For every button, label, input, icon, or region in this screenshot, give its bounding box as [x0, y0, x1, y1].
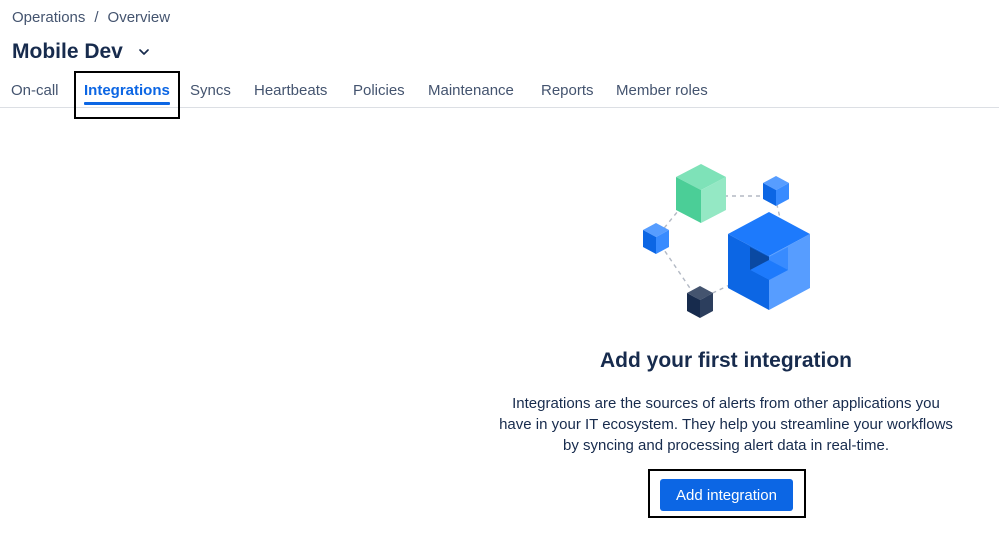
tab-label: Member roles [616, 82, 708, 99]
breadcrumb-separator: / [94, 9, 99, 26]
description-line: by syncing and processing alert data in … [562, 437, 889, 454]
tab-label: Integrations [84, 82, 170, 99]
tab-label: On-call [11, 82, 59, 99]
tab-on-call[interactable]: On-call [11, 74, 59, 107]
page-title: Mobile Dev [12, 40, 123, 63]
description-line: Integrations are the sources of alerts f… [512, 395, 940, 412]
breadcrumb-item-operations[interactable]: Operations [12, 9, 85, 26]
green-cube-icon [676, 164, 726, 223]
tab-heartbeats[interactable]: Heartbeats [254, 74, 327, 107]
tab-integrations[interactable]: Integrations [84, 74, 170, 107]
large-blue-cube-icon [728, 212, 810, 310]
small-blue-cube-icon [763, 176, 789, 206]
tab-label: Policies [353, 82, 405, 99]
integrations-cubes-illustration [643, 164, 810, 318]
breadcrumb-item-overview[interactable]: Overview [108, 9, 171, 26]
page-header: Mobile Dev [12, 40, 155, 64]
description-line: have in your IT ecosystem. They help you… [499, 416, 953, 433]
tab-syncs[interactable]: Syncs [190, 74, 231, 107]
chevron-down-icon[interactable] [133, 41, 155, 63]
tab-reports[interactable]: Reports [541, 74, 594, 107]
dark-cube-icon [687, 286, 713, 318]
tab-label: Maintenance [428, 82, 514, 99]
add-integration-button[interactable]: Add integration [660, 479, 793, 511]
breadcrumb: Operations / Overview [12, 9, 170, 26]
empty-state-title: Add your first integration [600, 349, 852, 372]
tab-label: Syncs [190, 82, 231, 99]
tab-maintenance[interactable]: Maintenance [428, 74, 514, 107]
tab-label: Reports [541, 82, 594, 99]
tab-bar: On-call Integrations Syncs Heartbeats Po… [0, 74, 999, 108]
empty-state-description: Integrations are the sources of alerts f… [476, 393, 976, 456]
tab-policies[interactable]: Policies [353, 74, 405, 107]
tab-label: Heartbeats [254, 82, 328, 99]
tab-member-roles[interactable]: Member roles [616, 74, 708, 107]
